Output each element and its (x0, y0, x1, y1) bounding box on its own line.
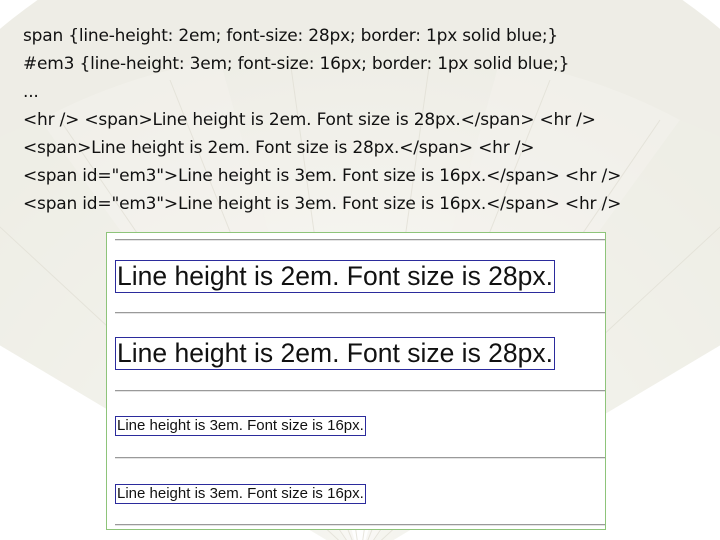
code-line-css-span-rule: span {line-height: 2em; font-size: 28px;… (23, 26, 559, 46)
rendered-output-preview: Line height is 2em. Font size is 28px. L… (106, 232, 606, 530)
horizontal-rule (115, 524, 605, 526)
span-line-height-3em-first: Line height is 3em. Font size is 16px. (115, 416, 366, 436)
horizontal-rule (115, 457, 605, 459)
code-line-html-third-span: <span id="em3">Line height is 3em. Font … (23, 166, 622, 186)
code-line-html-second-span: <span>Line height is 2em. Font size is 2… (23, 138, 535, 158)
span-line-height-3em-second: Line height is 3em. Font size is 16px. (115, 484, 366, 504)
horizontal-rule (115, 312, 605, 314)
css-html-code-block: span {line-height: 2em; font-size: 28px;… (23, 22, 713, 218)
span-line-height-2em-second: Line height is 2em. Font size is 28px. (115, 337, 556, 370)
code-line-ellipsis: ... (23, 82, 39, 102)
code-line-html-first-span: <hr /> <span>Line height is 2em. Font si… (23, 110, 596, 130)
code-line-css-em3-rule: #em3 {line-height: 3em; font-size: 16px;… (23, 54, 570, 74)
horizontal-rule (115, 390, 605, 392)
horizontal-rule (115, 239, 605, 241)
code-line-html-fourth-span: <span id="em3">Line height is 3em. Font … (23, 194, 622, 214)
span-line-height-2em-first: Line height is 2em. Font size is 28px. (115, 260, 556, 293)
